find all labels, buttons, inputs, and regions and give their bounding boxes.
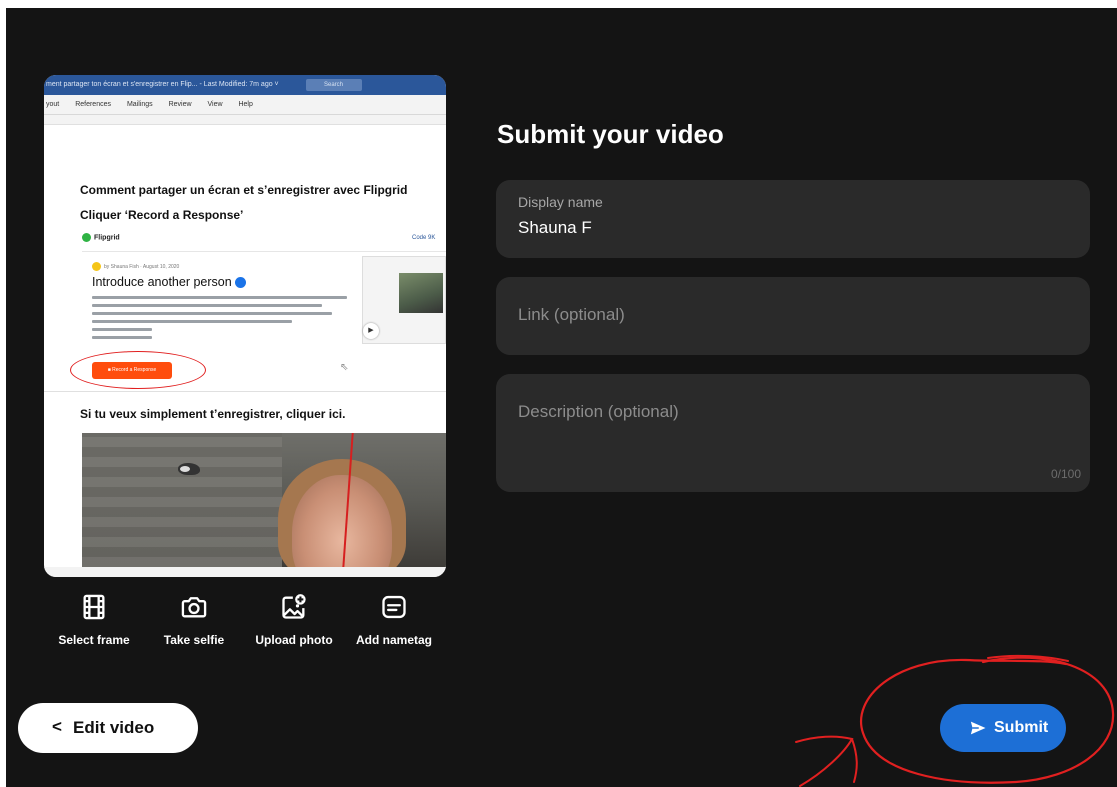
document-titlebar: ment partager ton écran et s'enregistrer… [44, 75, 446, 95]
flipgrid-logo-text: Flipgrid [94, 234, 120, 242]
select-frame-label: Select frame [58, 633, 130, 647]
document-title: ment partager ton écran et s'enregistrer… [46, 81, 279, 88]
topic-title: Introduce another person [92, 275, 246, 289]
description-field[interactable]: Description (optional) 0/100 [496, 374, 1090, 492]
submit-video-screen: ment partager ton écran et s'enregistrer… [6, 8, 1117, 787]
flipgrid-logo-icon [82, 233, 91, 242]
send-icon [970, 721, 986, 735]
edit-video-button[interactable]: < Edit video [18, 703, 198, 753]
document-heading-3: Si tu veux simplement t’enregistrer, cli… [80, 407, 346, 421]
film-strip-icon [83, 594, 105, 620]
document-heading-2: Cliquer ‘Record a Response’ [80, 208, 244, 222]
code-link: Code 9K [412, 235, 436, 241]
ribbon-toolbar [44, 115, 446, 125]
display-name-value[interactable]: Shauna F [518, 218, 592, 238]
character-counter: 0/100 [1050, 467, 1081, 481]
link-placeholder: Link (optional) [518, 305, 625, 324]
topic-byline: by Shauna Fish · August 10, 2020 [92, 262, 179, 271]
link-field[interactable]: Link (optional) [496, 277, 1090, 355]
topic-text-line [92, 304, 322, 307]
select-frame-button[interactable]: Select frame [44, 593, 144, 647]
ribbon-tab: Mailings [126, 101, 153, 108]
ribbon-tab: References [75, 101, 111, 108]
document-heading-1: Comment partager un écran et s’enregistr… [80, 183, 408, 197]
document-search: Search [306, 79, 362, 91]
topic-text-line [92, 320, 292, 323]
topic-video-thumbnail: ▶ [362, 256, 446, 344]
topic-text-line [92, 336, 152, 339]
ribbon-tab: Help [238, 101, 253, 108]
document-ribbon: yout References Mailings Review View Hel… [44, 95, 446, 115]
flipgrid-logo: Flipgrid [82, 233, 120, 242]
nametag-icon [382, 595, 406, 619]
camera-icon [181, 597, 207, 618]
ribbon-tab: yout [46, 101, 60, 108]
mouse-cursor-icon: ⇖ [340, 362, 349, 373]
display-name-label: Display name [518, 194, 603, 210]
page-title: Submit your video [497, 119, 724, 149]
chevron-left-icon: < [52, 717, 62, 736]
play-icon: ▶ [363, 323, 379, 339]
submit-label: Submit [994, 719, 1049, 736]
upload-photo-label: Upload photo [255, 633, 333, 647]
topic-byline-text: by Shauna Fish · August 10, 2020 [104, 263, 180, 270]
video-preview[interactable]: ment partager ton écran et s'enregistrer… [44, 75, 446, 577]
topic-text-line [92, 296, 347, 299]
ribbon-tab: View [207, 101, 223, 108]
ribbon-tab: Review [168, 101, 192, 108]
upload-photo-button[interactable]: Upload photo [244, 593, 344, 647]
bird-decoy [178, 463, 200, 475]
topic-text-line [92, 312, 332, 315]
add-nametag-button[interactable]: Add nametag [344, 593, 444, 647]
display-name-field[interactable]: Display name Shauna F [496, 180, 1090, 258]
topic-text-line [92, 328, 152, 331]
thumbnail-image [399, 273, 443, 313]
submit-button[interactable]: Submit [940, 704, 1066, 752]
add-nametag-label: Add nametag [355, 633, 432, 647]
document-divider [44, 391, 446, 392]
stone-wall [82, 433, 282, 567]
webcam-frame [82, 433, 446, 567]
take-selfie-label: Take selfie [163, 633, 225, 647]
topic-title-text: Introduce another person [92, 275, 232, 289]
avatar-icon [92, 262, 101, 271]
edit-video-label: Edit video [73, 718, 155, 737]
image-add-icon [282, 594, 306, 619]
badge-icon [234, 277, 246, 289]
document-bottom-bar [44, 567, 446, 577]
red-circle-annotation [70, 351, 206, 389]
take-selfie-button[interactable]: Take selfie [144, 593, 244, 647]
description-placeholder: Description (optional) [518, 402, 679, 421]
